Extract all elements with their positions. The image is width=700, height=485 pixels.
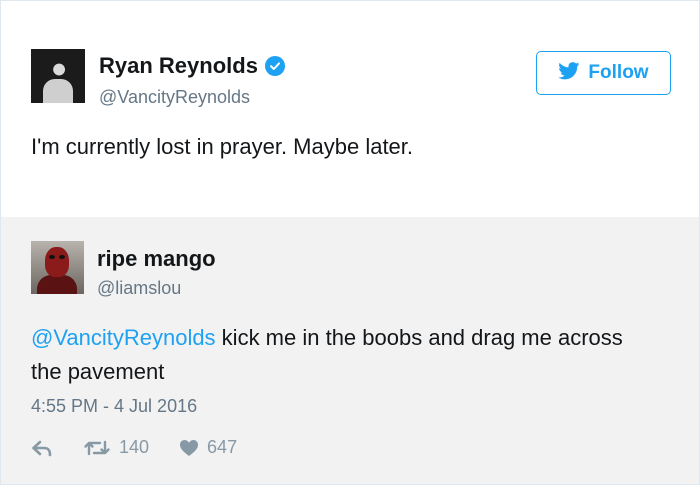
tweet-text: @VancityReynolds kick me in the boobs an… <box>31 321 651 389</box>
author-row: Ryan Reynolds <box>99 53 285 79</box>
like-count: 647 <box>207 437 238 457</box>
verified-badge-icon <box>264 56 285 76</box>
timestamp[interactable]: 4:55 PM - 4 Jul 2016 <box>31 396 197 417</box>
twitter-bird-icon <box>558 61 580 85</box>
tweet-embed: Ryan Reynolds @VancityReynolds Follow I'… <box>0 0 700 485</box>
reply-button[interactable] <box>31 439 53 457</box>
reply-tweet: ripe mango @liamslou @VancityReynolds ki… <box>1 217 699 484</box>
mention-link[interactable]: @VancityReynolds <box>31 325 216 350</box>
author-handle[interactable]: @liamslou <box>97 278 181 299</box>
main-tweet: Ryan Reynolds @VancityReynolds Follow I'… <box>1 1 699 217</box>
follow-label: Follow <box>588 62 649 83</box>
action-bar: 140 647 <box>31 437 237 458</box>
retweet-button[interactable]: 140 <box>83 437 149 458</box>
author-name[interactable]: Ryan Reynolds <box>99 53 258 79</box>
follow-button[interactable]: Follow <box>536 51 671 95</box>
avatar[interactable] <box>31 241 84 294</box>
retweet-count: 140 <box>119 437 150 457</box>
tweet-text: I'm currently lost in prayer. Maybe late… <box>31 134 414 159</box>
retweet-icon <box>83 439 111 457</box>
avatar[interactable] <box>31 49 85 103</box>
heart-icon <box>179 439 199 457</box>
like-button[interactable]: 647 <box>179 437 237 458</box>
reply-icon <box>31 439 53 457</box>
author-handle[interactable]: @VancityReynolds <box>99 87 250 108</box>
author-name[interactable]: ripe mango <box>97 246 216 272</box>
